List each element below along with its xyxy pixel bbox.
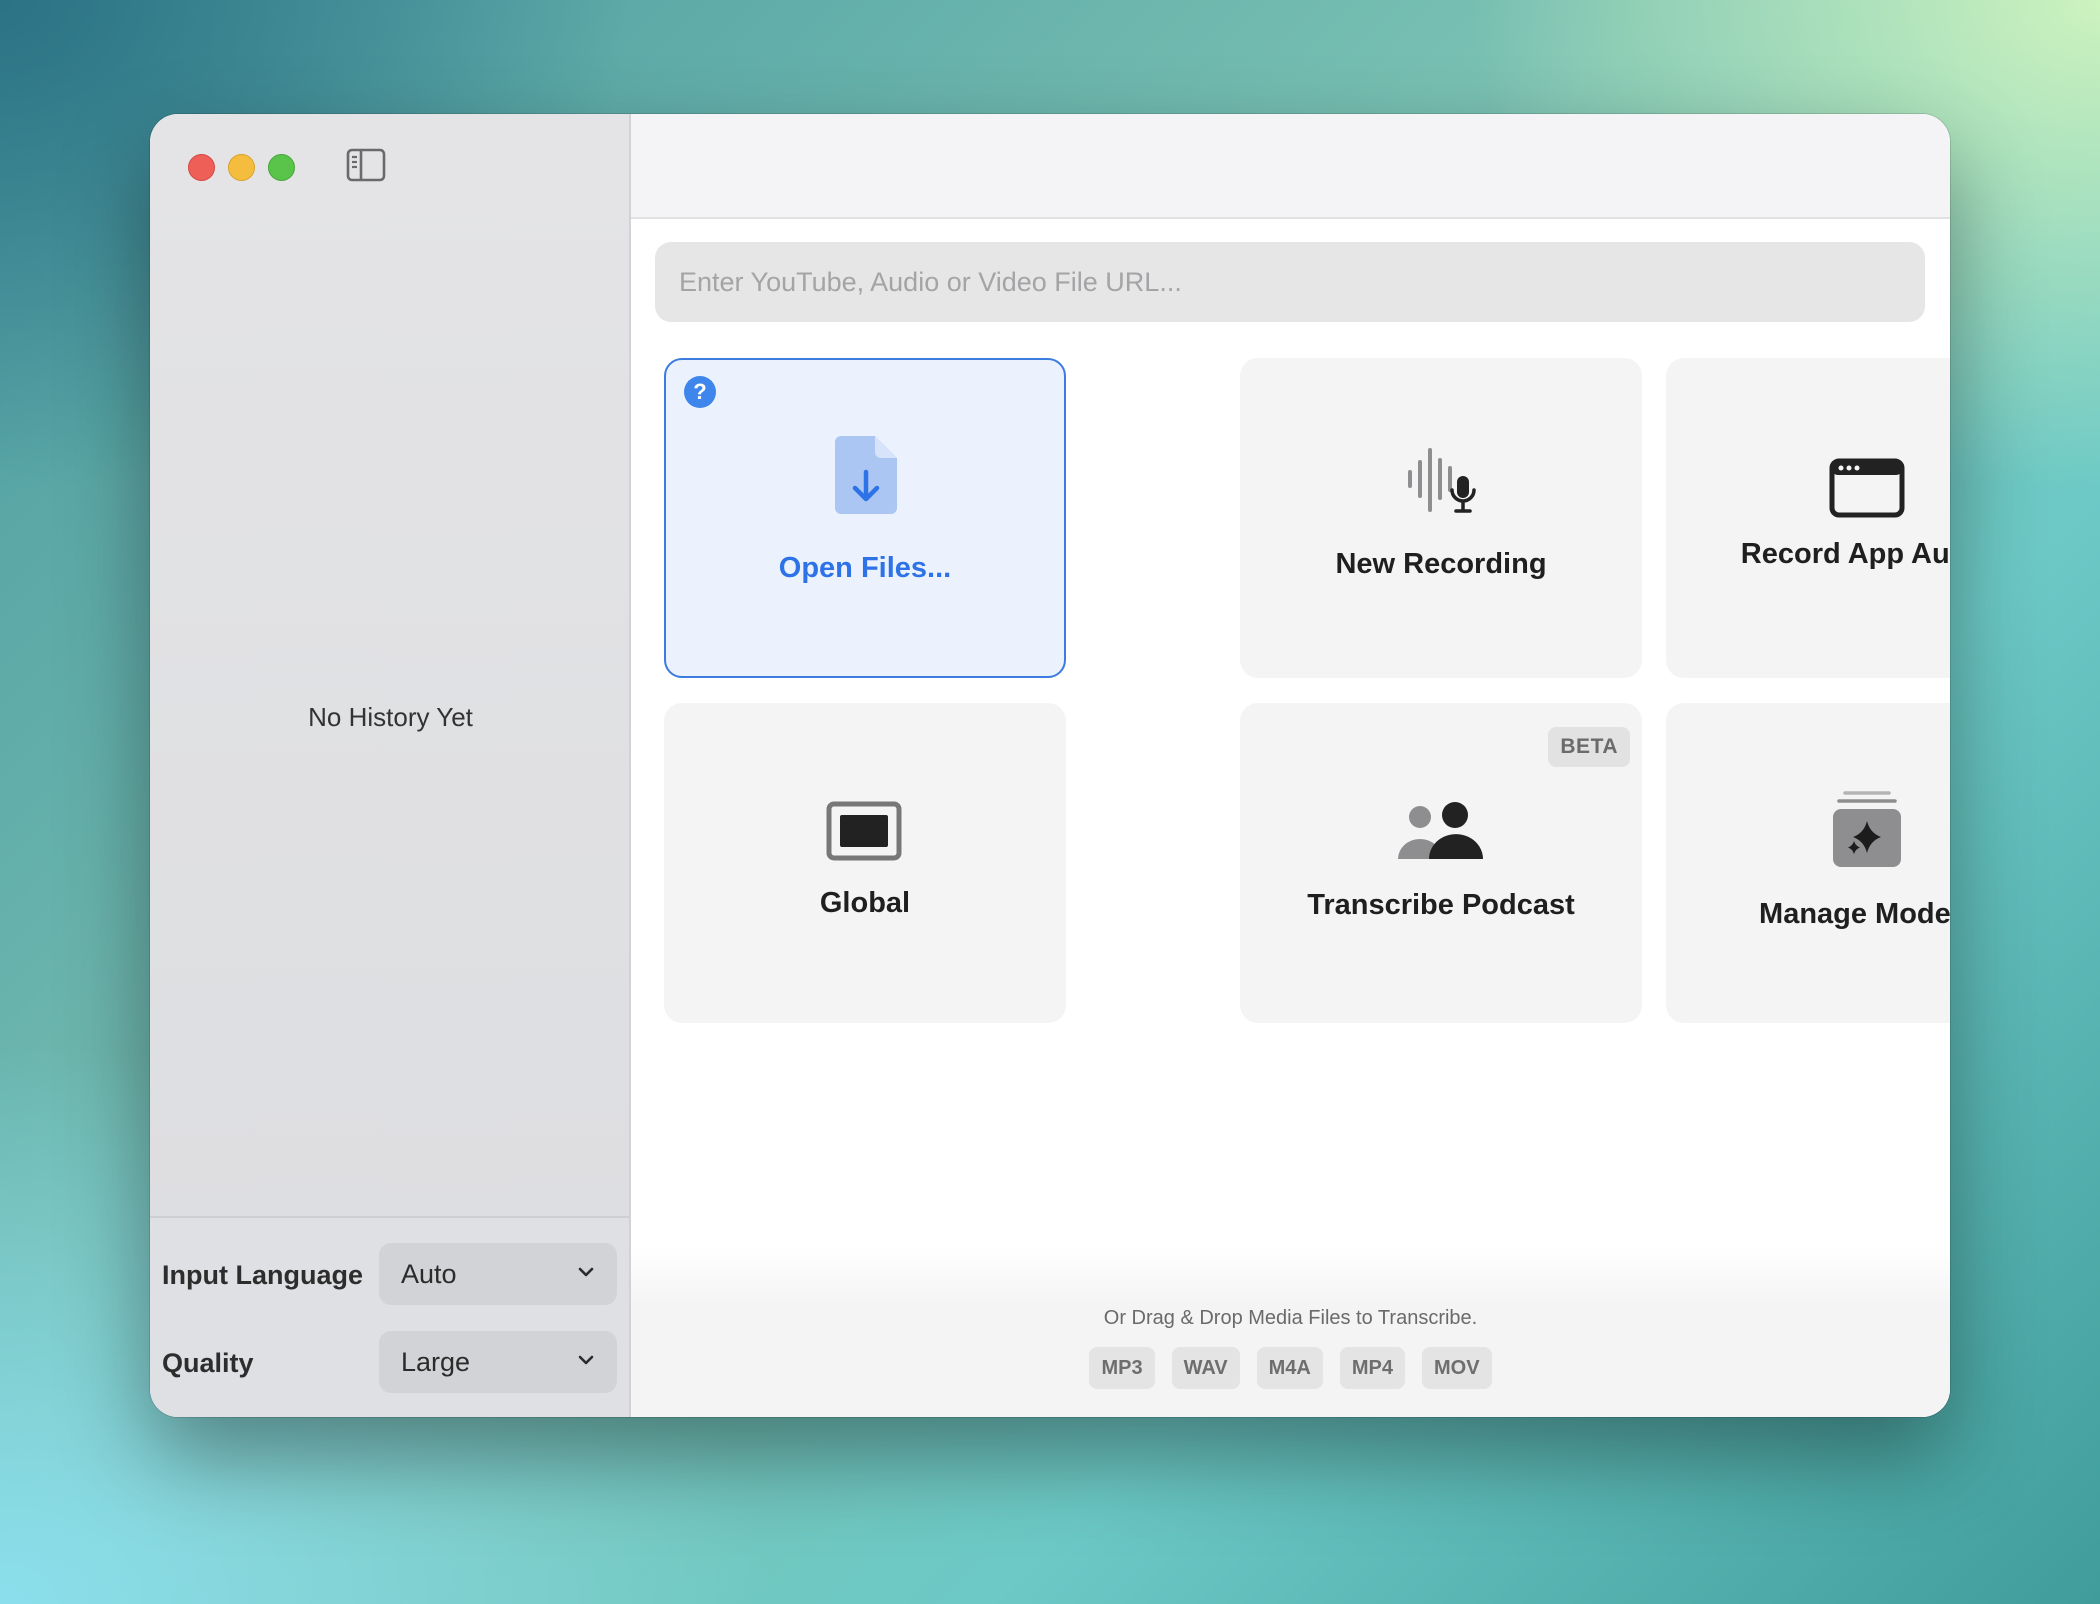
toolbar bbox=[631, 114, 1950, 219]
manage-models-label: Manage Models bbox=[1759, 898, 1950, 930]
transcription-settings: Input Language Auto Quality Large bbox=[150, 1216, 629, 1417]
record-app-audio-card[interactable]: Record App Audio bbox=[1666, 358, 1950, 678]
new-recording-label: New Recording bbox=[1335, 548, 1547, 580]
quality-label: Quality bbox=[162, 1348, 254, 1378]
global-label: Global bbox=[819, 887, 911, 919]
transcribe-podcast-label: Transcribe Podcast bbox=[1307, 889, 1575, 921]
format-chip-m4a: M4A bbox=[1256, 1347, 1323, 1389]
zoom-window-button[interactable] bbox=[268, 154, 295, 181]
file-download-icon bbox=[835, 436, 897, 514]
url-input[interactable] bbox=[655, 242, 1925, 322]
manage-models-card[interactable]: Manage Models bbox=[1666, 703, 1950, 1023]
close-window-button[interactable] bbox=[188, 154, 215, 181]
open-files-card[interactable]: ? Open Files... bbox=[664, 358, 1066, 678]
sparkle-stack-icon bbox=[1833, 791, 1901, 867]
format-chip-wav: WAV bbox=[1171, 1347, 1240, 1389]
app-window-icon bbox=[1829, 458, 1905, 518]
drop-zone-footer: Or Drag & Drop Media Files to Transcribe… bbox=[631, 1247, 1950, 1417]
people-icon bbox=[1398, 802, 1483, 859]
input-language-value: Auto bbox=[401, 1258, 457, 1289]
global-card[interactable]: Global bbox=[664, 703, 1066, 1023]
chevron-down-icon bbox=[578, 1267, 594, 1277]
drag-drop-hint: Or Drag & Drop Media Files to Transcribe… bbox=[1103, 1307, 1478, 1329]
book-icon[interactable] bbox=[1949, 144, 1950, 186]
waveform-mic-icon bbox=[1408, 448, 1476, 513]
format-chip-mov: MOV bbox=[1422, 1347, 1492, 1389]
quality-select[interactable]: Large bbox=[379, 1331, 617, 1393]
sidebar-toggle-icon[interactable] bbox=[346, 148, 386, 182]
input-language-label: Input Language bbox=[162, 1260, 363, 1290]
format-chip-mp3: MP3 bbox=[1089, 1347, 1155, 1389]
beta-badge: BETA bbox=[1548, 727, 1630, 767]
minimize-window-button[interactable] bbox=[228, 154, 255, 181]
record-app-audio-label: Record App Audio bbox=[1740, 538, 1950, 570]
display-icon bbox=[826, 801, 902, 861]
sidebar: No History Yet Input Language Auto Quali… bbox=[150, 114, 631, 1417]
new-recording-card[interactable]: New Recording bbox=[1240, 358, 1642, 678]
help-icon[interactable]: ? bbox=[684, 376, 716, 408]
format-chip-mp4: MP4 bbox=[1339, 1347, 1405, 1389]
open-files-label: Open Files... bbox=[778, 552, 952, 584]
app-window: No History Yet Input Language Auto Quali… bbox=[150, 114, 1950, 1417]
transcribe-podcast-card[interactable]: BETA Transcribe Podcast bbox=[1240, 703, 1642, 1023]
chevron-down-icon bbox=[578, 1355, 594, 1365]
input-language-select[interactable]: Auto bbox=[379, 1243, 617, 1305]
main-content: ? Open Files... bbox=[631, 114, 1950, 1417]
quality-value: Large bbox=[401, 1346, 471, 1377]
supported-formats: MP3 WAV M4A MP4 MOV bbox=[631, 1347, 1950, 1389]
history-empty-state: No History Yet bbox=[308, 702, 473, 732]
